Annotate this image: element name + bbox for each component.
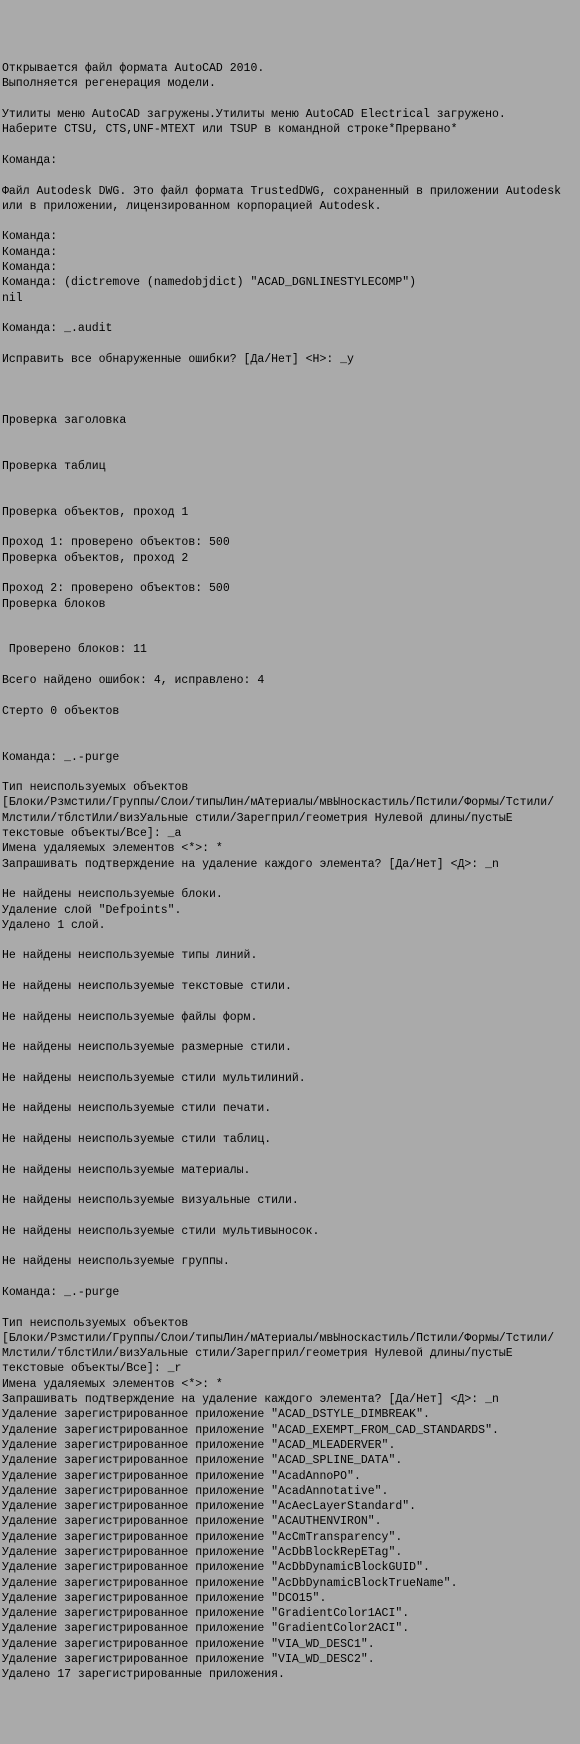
command-log-output: Открывается файл формата AutoCAD 2010. В… bbox=[0, 61, 580, 1682]
